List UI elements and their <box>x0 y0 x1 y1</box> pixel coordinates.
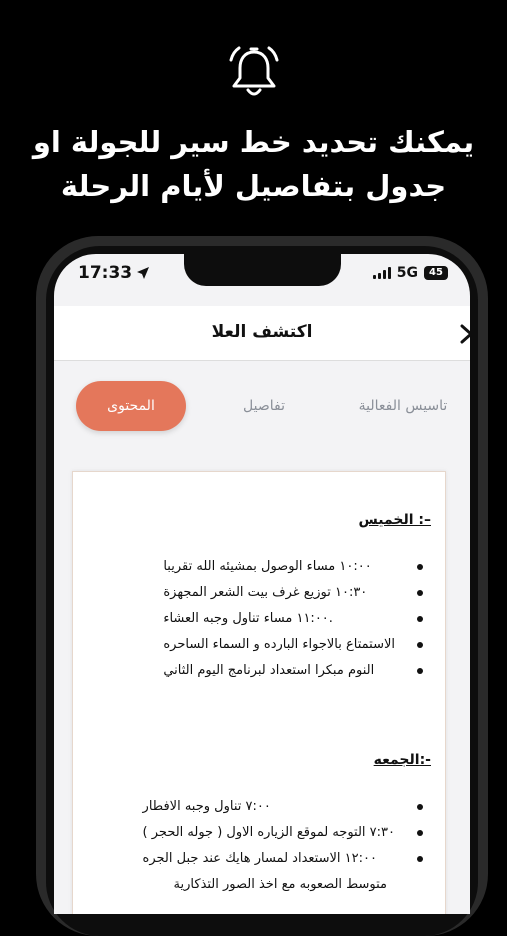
promo-line-2: جدول بتفاصيل لأيام الرحلة <box>60 169 447 203</box>
list-item: ١٢:٠٠ الاستعداد لمسار هايك عند جبل الجره <box>143 846 431 872</box>
phone-screen: 17:33 5G 45 اكتشف العلا تاسيس الفعالية ت… <box>54 254 470 914</box>
status-time: 17:33 <box>78 263 150 283</box>
day-heading-friday: الجمعه:- <box>373 752 431 768</box>
list-item: ٧:٣٠ التوجه لموقع الزياره الاول ( جوله ا… <box>143 820 431 846</box>
friday-item-continuation: متوسط الصعوبه مع اخذ الصور التذكارية <box>173 877 387 892</box>
promo-line-1: يمكنك تحديد خط سير للجولة او <box>32 125 475 159</box>
tab-event-setup[interactable]: تاسيس الفعالية <box>338 381 468 431</box>
location-arrow-icon <box>137 267 150 279</box>
list-item: ١١:٠٠ مساء تناول وجبه العشاء. <box>163 606 431 632</box>
promo-headline: يمكنك تحديد خط سير للجولة او جدول بتفاصي… <box>0 120 507 208</box>
list-item: ١٠:٠٠ مساء الوصول بمشيئه الله تقريبا <box>163 554 431 580</box>
network-label: 5G <box>396 265 418 281</box>
bell-icon <box>229 46 279 96</box>
status-time-text: 17:33 <box>78 263 133 283</box>
friday-schedule: ٧:٠٠ تناول وجبه الافطار ٧:٣٠ التوجه لموق… <box>143 794 431 872</box>
status-indicators: 5G 45 <box>372 265 448 281</box>
list-item: النوم مبكرا استعداد لبرنامج اليوم الثاني <box>163 658 431 684</box>
nav-bar: اكتشف العلا <box>54 306 470 361</box>
tab-bar: تاسيس الفعالية تفاصيل المحتوى <box>54 381 470 431</box>
thursday-schedule: ١٠:٠٠ مساء الوصول بمشيئه الله تقريبا ١٠:… <box>163 554 431 684</box>
chevron-right-icon[interactable] <box>460 324 470 344</box>
battery-icon: 45 <box>424 266 448 280</box>
phone-notch <box>184 254 341 286</box>
day-heading-thursday: الخميس :– <box>358 512 431 528</box>
battery-level: 45 <box>429 267 443 278</box>
tab-details[interactable]: تفاصيل <box>216 381 312 431</box>
tab-content[interactable]: المحتوى <box>76 381 186 431</box>
signal-icon <box>372 267 391 279</box>
itinerary-document: الخميس :– ١٠:٠٠ مساء الوصول بمشيئه الله … <box>72 471 446 914</box>
list-item: ٧:٠٠ تناول وجبه الافطار <box>143 794 431 820</box>
list-item: الاستمتاع بالاجواء البارده و السماء السا… <box>163 632 431 658</box>
list-item: ١٠:٣٠ توزيع غرف بيت الشعر المجهزة <box>163 580 431 606</box>
page-title: اكتشف العلا <box>211 322 313 342</box>
